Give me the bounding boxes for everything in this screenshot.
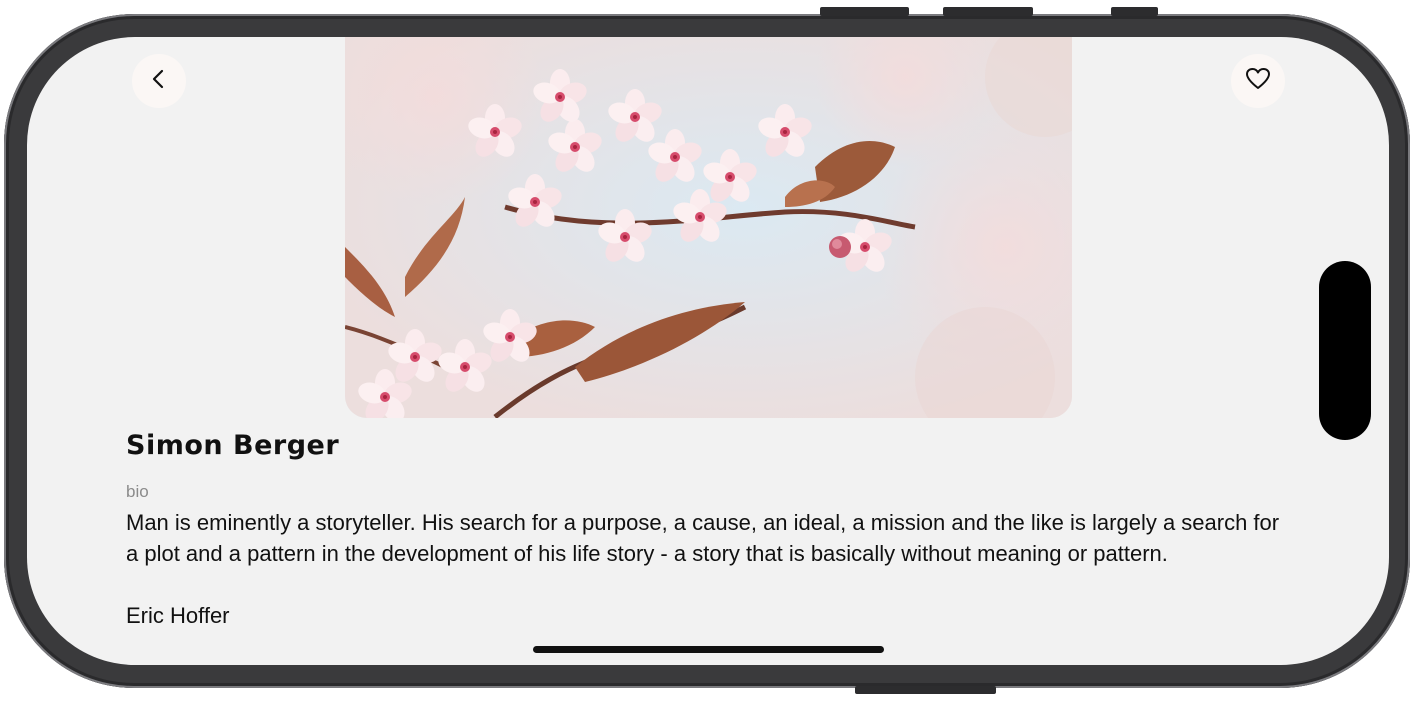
volume-up-button (820, 7, 909, 16)
hero-image (345, 37, 1072, 418)
home-indicator[interactable] (533, 646, 884, 653)
action-button (1111, 7, 1158, 16)
heart-outline-icon (1245, 67, 1271, 95)
dynamic-island (1319, 261, 1371, 440)
bio-author: Eric Hoffer (126, 603, 230, 628)
favorite-button[interactable] (1231, 54, 1285, 108)
back-button[interactable] (132, 54, 186, 108)
power-button (855, 686, 996, 694)
volume-down-button (943, 7, 1033, 16)
bio-label: bio (126, 482, 149, 501)
app-screen: Simon Berger bio Man is eminently a stor… (27, 37, 1389, 665)
profile-name: Simon Berger (126, 430, 340, 461)
bio-text: Man is eminently a storyteller. His sear… (126, 510, 1280, 566)
chevron-left-icon (147, 67, 171, 95)
